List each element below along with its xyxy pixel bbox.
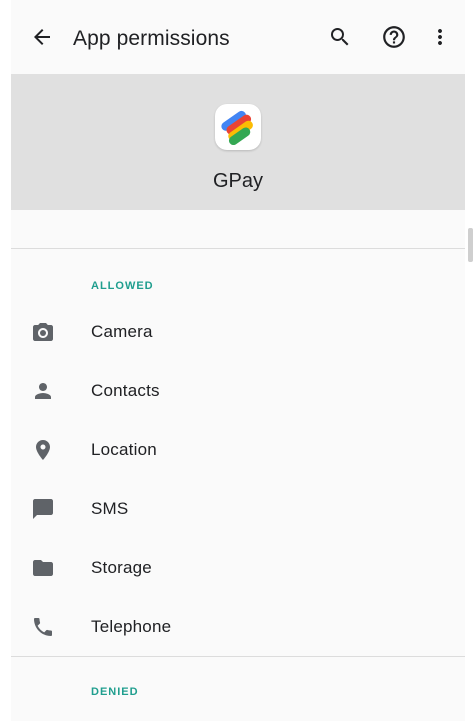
divider: [11, 248, 465, 249]
help-button[interactable]: [376, 19, 412, 55]
permission-row-storage[interactable]: Storage: [11, 538, 465, 597]
section-header-allowed: ALLOWED: [91, 280, 154, 292]
permission-label: Contacts: [91, 381, 160, 400]
more-options-button[interactable]: [422, 19, 458, 55]
scrollbar-thumb[interactable]: [468, 228, 473, 262]
gpay-logo-icon: [221, 110, 253, 145]
app-name: GPay: [212, 170, 264, 192]
arrow-left-icon: [34, 29, 50, 45]
permission-row-sms[interactable]: SMS: [11, 479, 465, 538]
help-circle-icon: [383, 26, 405, 48]
permission-label: Camera: [91, 322, 153, 341]
permission-label: Telephone: [91, 617, 172, 636]
permission-row-telephone[interactable]: Telephone: [11, 597, 465, 656]
message-icon: [33, 499, 53, 519]
back-button[interactable]: [24, 19, 60, 55]
app-icon: [215, 104, 261, 150]
app-header: GPay: [11, 74, 465, 210]
toolbar: App permissions: [11, 0, 465, 74]
page-title: App permissions: [73, 27, 230, 50]
camera-icon: [33, 323, 53, 341]
permission-label: SMS: [91, 499, 129, 518]
section-header-denied: DENIED: [91, 686, 139, 698]
permission-label: Location: [91, 440, 157, 459]
permission-label: Storage: [91, 558, 152, 577]
more-vert-icon: [438, 29, 442, 45]
permission-row-location[interactable]: Location: [11, 420, 465, 479]
divider: [11, 656, 465, 657]
folder-icon: [33, 560, 53, 576]
permission-row-camera[interactable]: Camera: [11, 302, 465, 361]
permission-row-contacts[interactable]: Contacts: [11, 361, 465, 420]
phone-icon: [34, 618, 52, 636]
app-permissions-screen: App permissions GPay ALLOWED Camera Cont…: [11, 0, 465, 721]
location-pin-icon: [36, 440, 50, 460]
search-button[interactable]: [322, 19, 358, 55]
person-icon: [35, 383, 51, 399]
search-icon: [331, 28, 349, 46]
